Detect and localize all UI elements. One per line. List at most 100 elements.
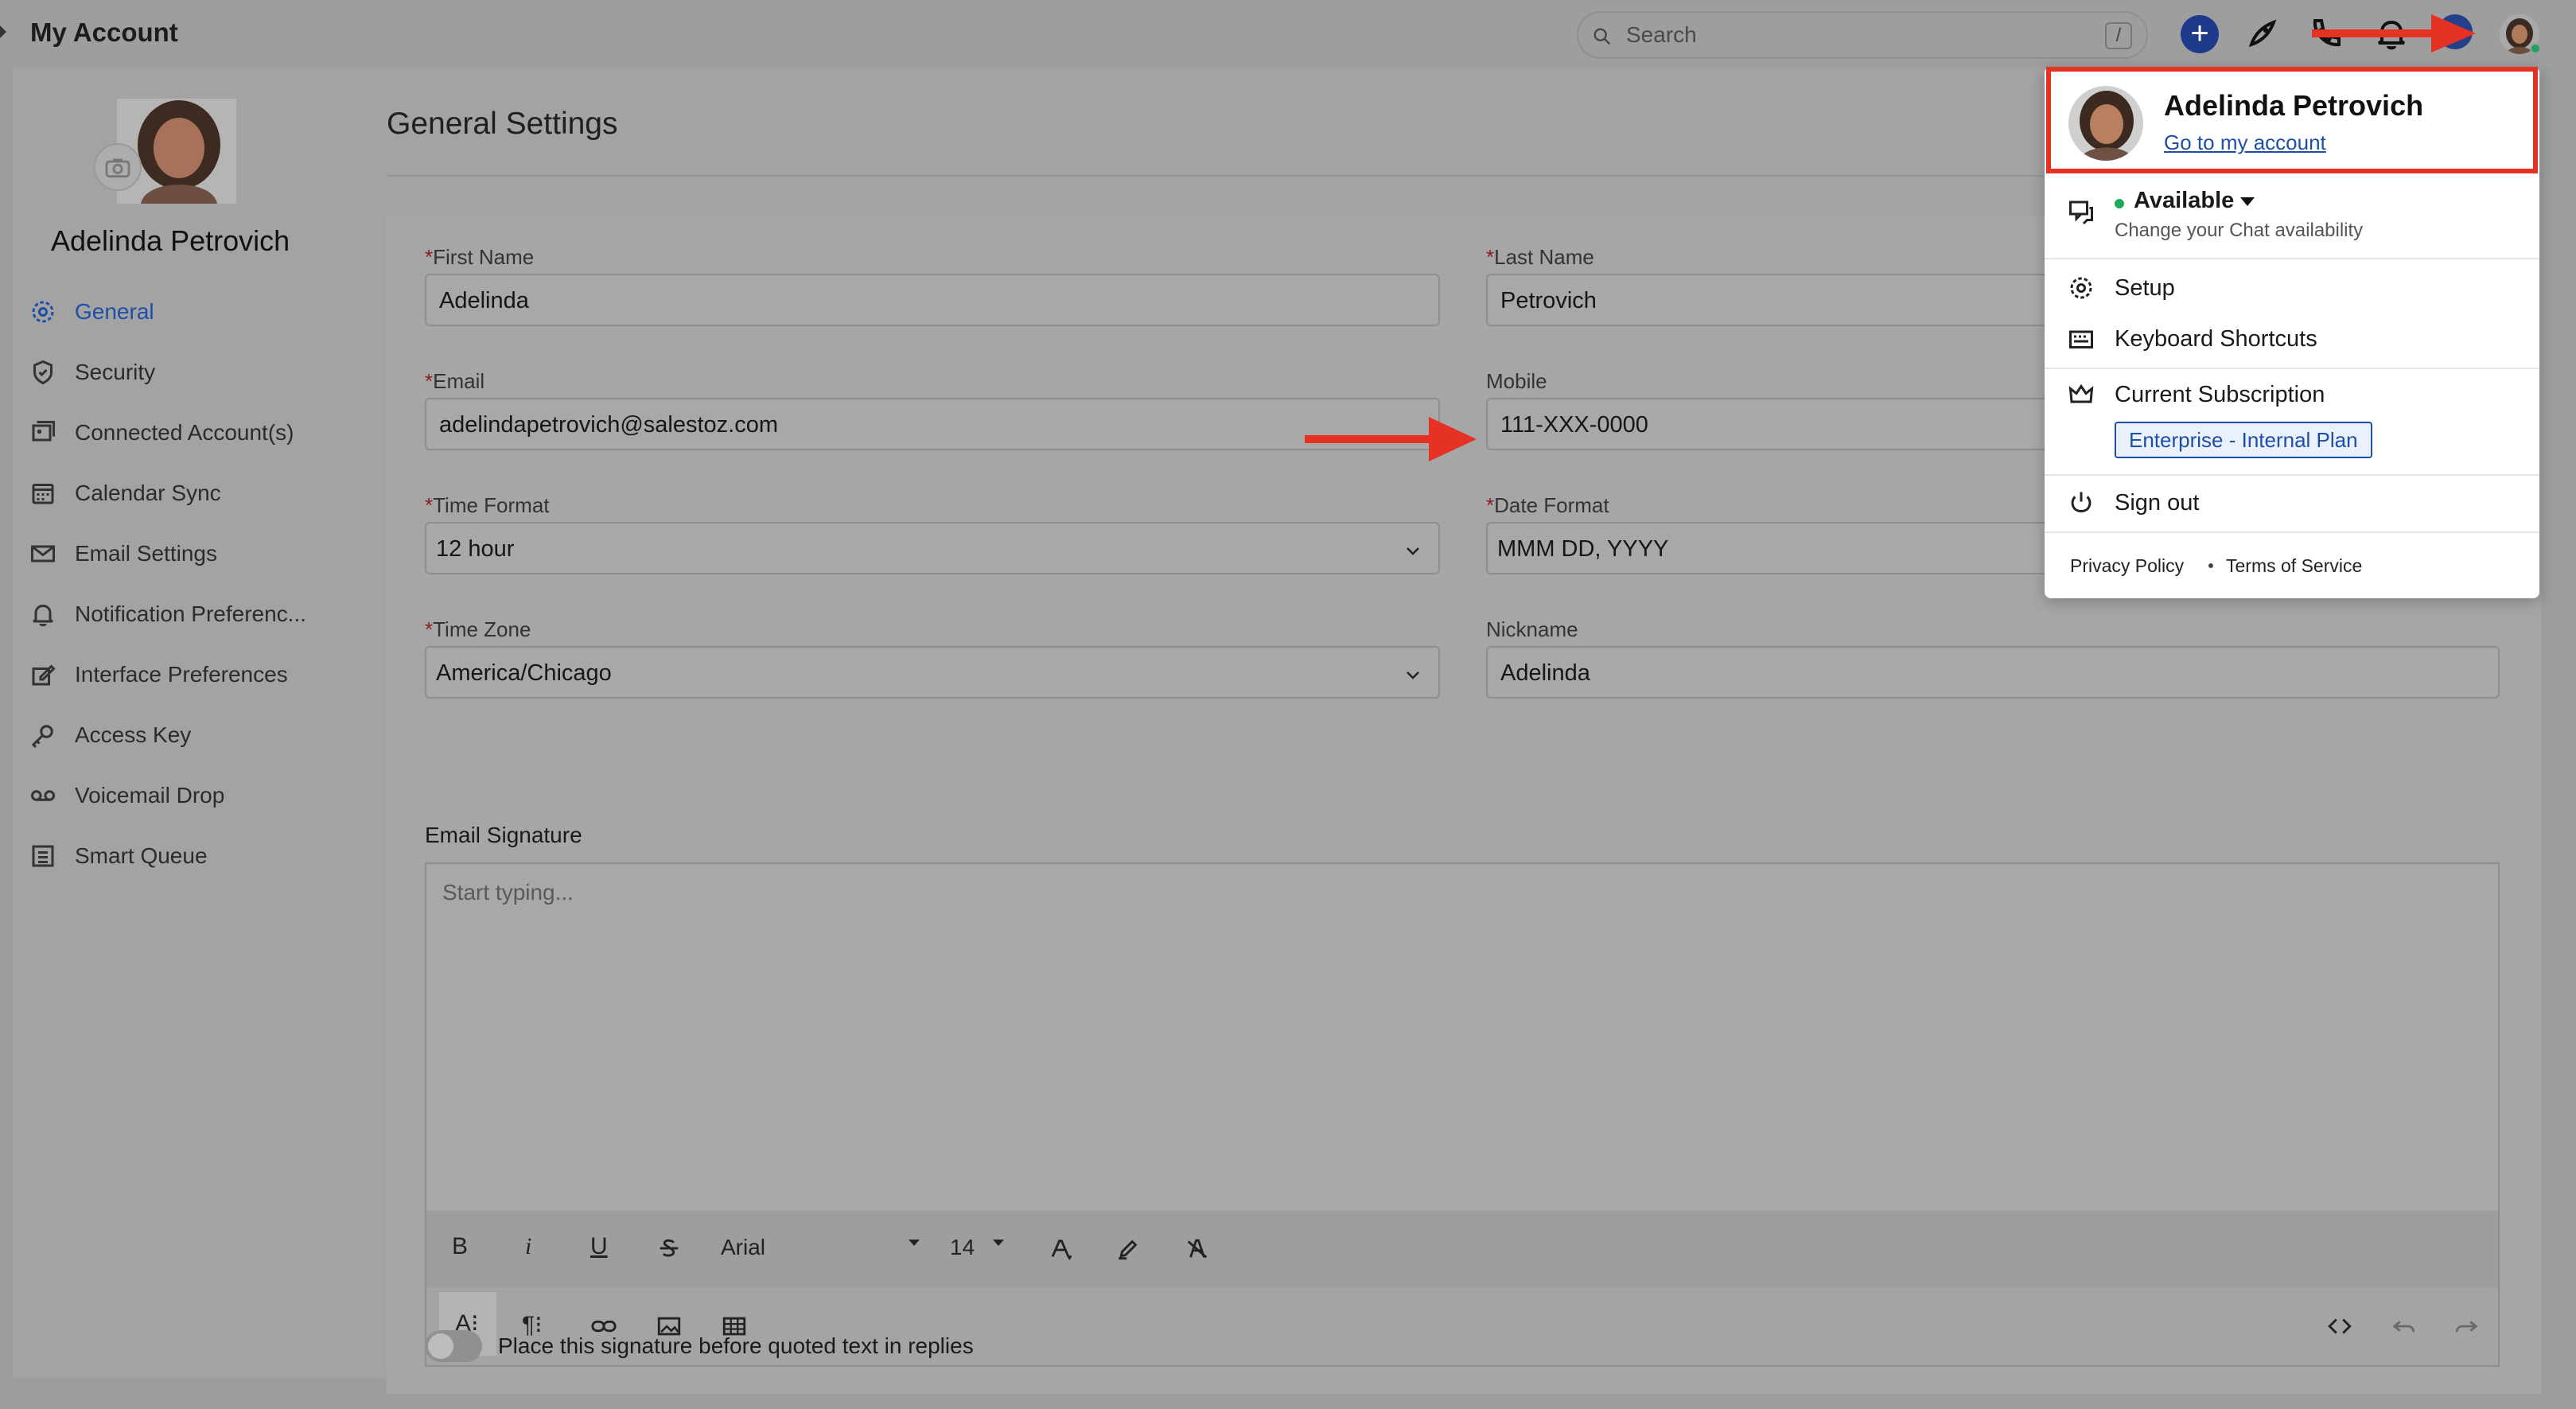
- editor-toolbar-formatting: B i U Arial 14: [426, 1211, 2498, 1287]
- email-field[interactable]: adelindapetrovich@salestoz.com: [425, 398, 1440, 450]
- font-size-select[interactable]: 14: [950, 1235, 975, 1260]
- last-name-label-text: Last Name: [1494, 245, 1594, 269]
- font-family-select[interactable]: Arial: [721, 1235, 765, 1260]
- signature-editor[interactable]: Start typing... B i U Arial 14 A⁝ ¶⁝: [425, 862, 2500, 1367]
- collapse-caret-icon[interactable]: [0, 25, 6, 38]
- add-button[interactable]: +: [2181, 15, 2219, 53]
- sidebar-item-connected-accounts[interactable]: Connected Account(s): [29, 403, 363, 463]
- search-box[interactable]: /: [1577, 11, 2148, 59]
- email-label-text: Email: [433, 369, 485, 393]
- annotation-arrow-avatar: [2312, 14, 2476, 53]
- nickname-label: Nickname: [1486, 617, 1578, 641]
- gear-icon: [2070, 277, 2092, 299]
- gear-icon: [32, 301, 54, 323]
- menu-divider: [2045, 258, 2539, 259]
- chevron-down-icon: [1407, 547, 1419, 555]
- required-mark: *: [425, 617, 434, 641]
- strikethrough-icon[interactable]: [656, 1235, 683, 1262]
- terms-of-service-link[interactable]: Terms of Service: [2226, 555, 2362, 577]
- menu-avatar: [2068, 86, 2143, 161]
- key-icon: [31, 725, 53, 749]
- sidebar-item-voicemail-drop[interactable]: Voicemail Drop: [29, 765, 363, 826]
- date-format-label-text: Date Format: [1494, 493, 1609, 517]
- time-zone-select[interactable]: America/Chicago: [425, 646, 1440, 699]
- font-size-caret-icon[interactable]: [993, 1240, 1004, 1246]
- redo-icon[interactable]: [2453, 1313, 2481, 1340]
- required-mark: *: [1486, 245, 1495, 269]
- mobile-label: Mobile: [1486, 369, 1547, 393]
- sidebar-item-email-settings[interactable]: Email Settings: [29, 524, 363, 584]
- sidebar-nav: General Security Connected Account(s) Ca…: [29, 282, 363, 886]
- nickname-field[interactable]: Adelinda: [1486, 646, 2500, 699]
- time-format-select[interactable]: 12 hour: [425, 522, 1440, 574]
- rocket-icon[interactable]: [2243, 14, 2282, 53]
- sidebar-item-smart-queue[interactable]: Smart Queue: [29, 826, 363, 886]
- search-shortcut-key: /: [2105, 22, 2132, 49]
- font-family-caret-icon[interactable]: [909, 1240, 920, 1246]
- email-signature-label: Email Signature: [425, 823, 582, 847]
- plan-badge[interactable]: Enterprise - Internal Plan: [2115, 422, 2372, 458]
- keyboard-shortcuts-menu-item[interactable]: Keyboard Shortcuts: [2115, 326, 2317, 352]
- setup-menu-item[interactable]: Setup: [2115, 275, 2175, 302]
- sidebar-item-security[interactable]: Security: [29, 342, 363, 403]
- menu-divider: [2045, 474, 2539, 476]
- current-subscription-label: Current Subscription: [2115, 382, 2325, 407]
- sidebar-item-notification-preferences[interactable]: Notification Preferenc...: [29, 584, 363, 644]
- sidebar-item-label: Notification Preferenc...: [75, 601, 307, 626]
- code-view-icon[interactable]: [2326, 1313, 2353, 1340]
- sidebar-item-general[interactable]: General: [29, 282, 363, 342]
- availability-status-button[interactable]: Available: [2134, 188, 2234, 214]
- keyboard-icon: [2069, 330, 2093, 348]
- shield-icon: [33, 360, 53, 385]
- profile-name: Adelinda Petrovich: [51, 224, 290, 257]
- first-name-label-text: First Name: [433, 245, 535, 269]
- sidebar-item-label: Voicemail Drop: [75, 783, 225, 808]
- account-menu: Adelinda Petrovich Go to my account Avai…: [2045, 67, 2539, 598]
- undo-icon[interactable]: [2390, 1313, 2417, 1340]
- footer-separator-dot: [2208, 563, 2213, 568]
- underline-button[interactable]: U: [590, 1233, 608, 1260]
- time-format-label: *Time Format: [425, 493, 550, 518]
- chat-icon: [2069, 200, 2093, 225]
- sidebar-item-label: Access Key: [75, 722, 192, 747]
- sidebar-item-access-key[interactable]: Access Key: [29, 705, 363, 765]
- search-input[interactable]: [1626, 22, 2072, 48]
- voicemail-icon: [31, 790, 55, 801]
- time-zone-label: *Time Zone: [425, 617, 531, 642]
- go-to-account-link[interactable]: Go to my account: [2164, 130, 2326, 155]
- sidebar-item-label: Security: [75, 360, 156, 384]
- time-format-label-text: Time Format: [433, 493, 550, 517]
- page-title: My Account: [30, 18, 178, 47]
- privacy-policy-link[interactable]: Privacy Policy: [2070, 555, 2184, 577]
- editor-placeholder: Start typing...: [442, 880, 574, 905]
- calendar-icon: [32, 484, 54, 504]
- available-status-dot: [2115, 199, 2124, 208]
- italic-button[interactable]: i: [525, 1233, 531, 1260]
- caret-down-icon[interactable]: [2240, 197, 2255, 206]
- mobile-value: 111-XXX-0000: [1500, 412, 1648, 438]
- date-format-value: MMM DD, YYYY: [1497, 536, 1669, 562]
- first-name-field[interactable]: Adelinda: [425, 274, 1440, 326]
- sidebar-item-calendar-sync[interactable]: Calendar Sync: [29, 463, 363, 524]
- required-mark: *: [425, 493, 434, 517]
- sidebar-item-interface-preferences[interactable]: Interface Preferences: [29, 644, 363, 705]
- bold-button[interactable]: B: [452, 1233, 468, 1260]
- section-title: General Settings: [387, 107, 618, 141]
- highlight-icon[interactable]: [1115, 1235, 1142, 1262]
- sign-out-button[interactable]: Sign out: [2115, 490, 2199, 516]
- camera-button[interactable]: [94, 143, 142, 191]
- date-format-label: *Date Format: [1486, 493, 1609, 518]
- sidebar-item-label: Email Settings: [75, 541, 217, 566]
- text-color-icon[interactable]: [1047, 1236, 1074, 1263]
- sidebar-item-label: Smart Queue: [75, 843, 208, 868]
- clear-format-icon[interactable]: [1184, 1235, 1211, 1262]
- email-label: *Email: [425, 369, 484, 394]
- time-zone-label-text: Time Zone: [433, 617, 531, 641]
- last-name-value: Petrovich: [1500, 288, 1597, 313]
- sidebar-item-label: Interface Preferences: [75, 662, 288, 687]
- account-menu-header: Adelinda Petrovich Go to my account: [2046, 67, 2538, 173]
- top-bar: My Account / +: [0, 0, 2576, 67]
- sidebar-item-label: Connected Account(s): [75, 420, 294, 445]
- signature-position-toggle[interactable]: [425, 1330, 482, 1362]
- menu-user-name: Adelinda Petrovich: [2164, 89, 2424, 122]
